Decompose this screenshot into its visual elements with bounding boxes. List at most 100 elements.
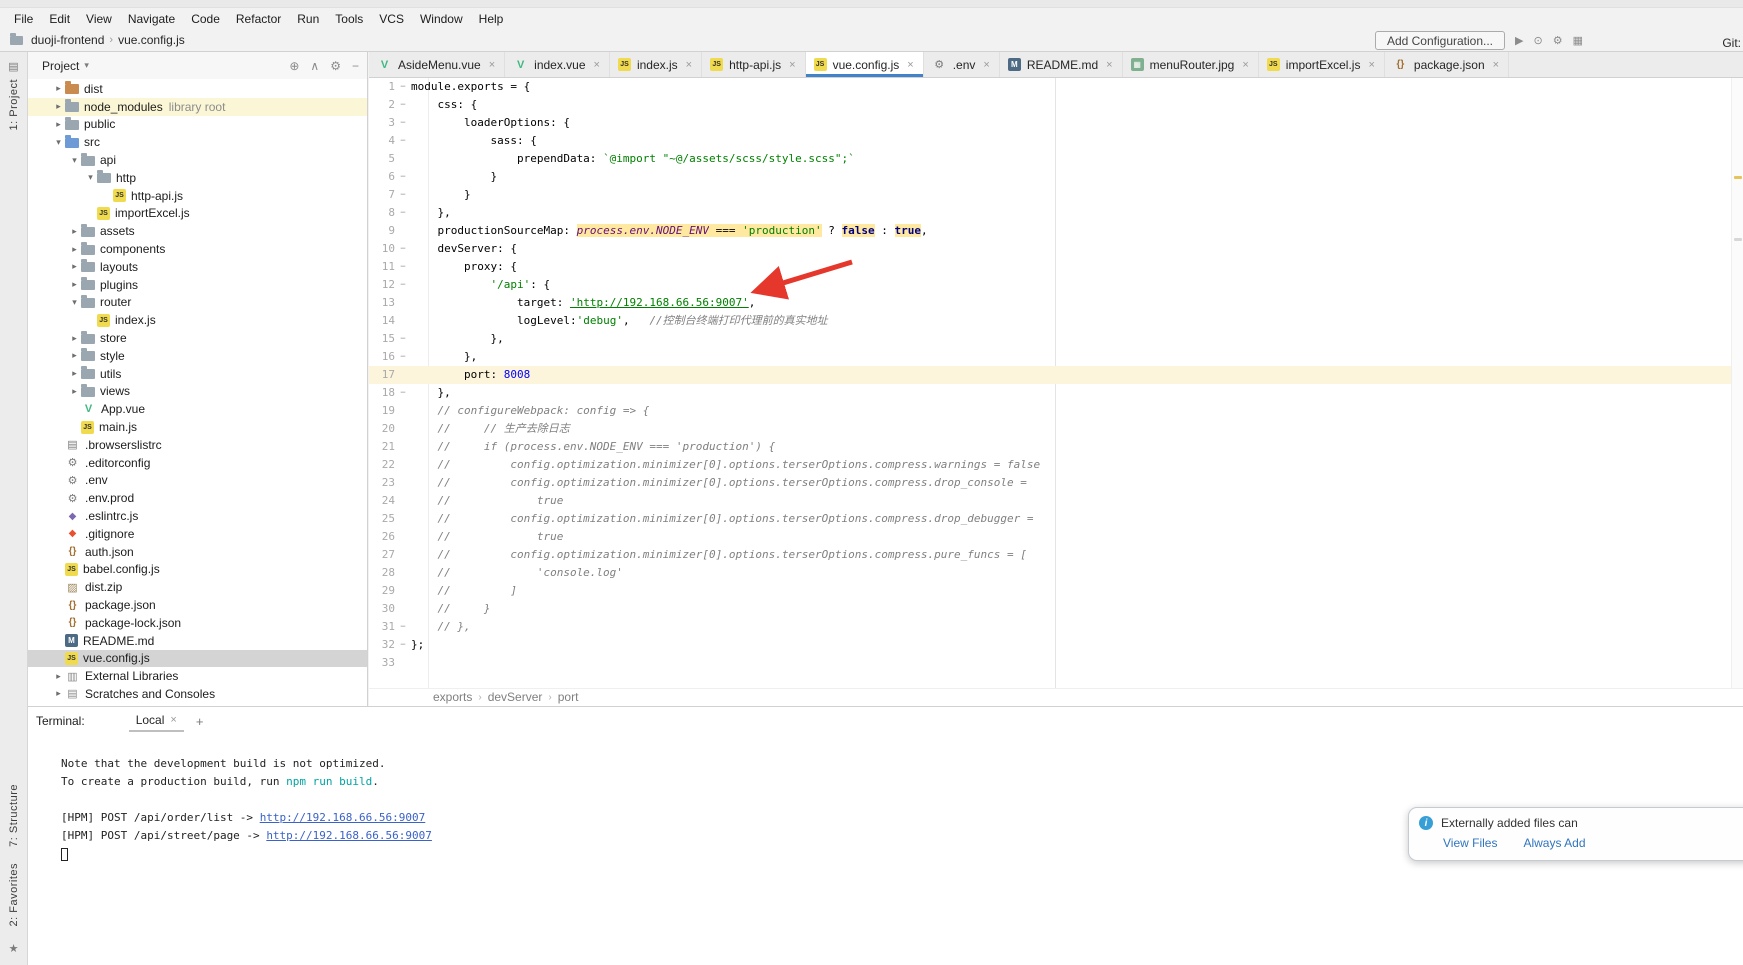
- menu-item-view[interactable]: View: [78, 10, 120, 28]
- fold-marker[interactable]: −: [395, 330, 411, 348]
- fold-marker[interactable]: −: [395, 96, 411, 114]
- terminal-cursor[interactable]: [61, 848, 68, 861]
- tab-close-icon[interactable]: ×: [594, 59, 600, 71]
- fold-marker[interactable]: −: [395, 168, 411, 186]
- tree-item-assets[interactable]: ▸assets: [28, 222, 367, 240]
- menu-item-run[interactable]: Run: [289, 10, 327, 28]
- chevron-right-icon[interactable]: ▸: [52, 671, 65, 682]
- new-terminal-icon[interactable]: +: [196, 714, 204, 729]
- fold-marker[interactable]: −: [395, 186, 411, 204]
- chevron-right-icon[interactable]: ▸: [68, 261, 81, 272]
- menu-item-refactor[interactable]: Refactor: [228, 10, 289, 28]
- chevron-right-icon[interactable]: ▸: [52, 119, 65, 130]
- terminal-tab-local[interactable]: Local ×: [129, 710, 184, 732]
- tree-item-env-prod[interactable]: ⚙.env.prod: [28, 489, 367, 507]
- chevron-right-icon[interactable]: ▸: [68, 244, 81, 255]
- tree-item-http[interactable]: ▾http: [28, 169, 367, 187]
- tab-vue-config-js[interactable]: JSvue.config.js×: [806, 52, 924, 77]
- tool-windows-icon[interactable]: ▦: [1573, 34, 1583, 47]
- chevron-down-icon[interactable]: ▾: [68, 297, 81, 308]
- breadcrumb-project[interactable]: duoji-frontend: [29, 33, 106, 47]
- fold-marker[interactable]: −: [395, 384, 411, 402]
- tree-item-auth-json[interactable]: {}auth.json: [28, 543, 367, 561]
- terminal-link[interactable]: http://192.168.66.56:9007: [260, 811, 426, 824]
- tab-http-api-js[interactable]: JShttp-api.js×: [702, 52, 805, 77]
- tree-item-src[interactable]: ▾src: [28, 133, 367, 151]
- chevron-right-icon[interactable]: ▸: [52, 101, 65, 112]
- tab-close-icon[interactable]: ×: [686, 59, 692, 71]
- breadcrumb-devserver[interactable]: devServer: [488, 690, 543, 704]
- menu-item-navigate[interactable]: Navigate: [120, 10, 183, 28]
- tab-close-icon[interactable]: ×: [983, 59, 989, 71]
- terminal-link[interactable]: http://192.168.66.56:9007: [266, 829, 432, 842]
- breadcrumb-port[interactable]: port: [558, 690, 579, 704]
- tree-item-dist-zip[interactable]: ▨dist.zip: [28, 578, 367, 596]
- project-toolwindow-icon[interactable]: ▤: [8, 60, 18, 73]
- tree-item-scratches-and-consoles[interactable]: ▸▤Scratches and Consoles: [28, 685, 367, 703]
- tab-close-icon[interactable]: ×: [1242, 59, 1248, 71]
- editor-scrollbar[interactable]: [1731, 78, 1743, 688]
- menu-item-vcs[interactable]: VCS: [371, 10, 412, 28]
- tab-close-icon[interactable]: ×: [789, 59, 795, 71]
- tab-index-js[interactable]: JSindex.js×: [610, 52, 702, 77]
- fold-marker[interactable]: −: [395, 132, 411, 150]
- chevron-down-icon[interactable]: ▾: [68, 155, 81, 166]
- chevron-right-icon[interactable]: ▸: [68, 386, 81, 397]
- code-editor[interactable]: 1−module.exports = {2− css: {3− loaderOp…: [369, 78, 1743, 688]
- tab-menurouter-jpg[interactable]: ▦menuRouter.jpg×: [1123, 52, 1259, 77]
- fold-marker[interactable]: −: [395, 618, 411, 636]
- fold-marker[interactable]: −: [395, 636, 411, 654]
- chevron-right-icon[interactable]: ▸: [52, 688, 65, 699]
- tree-item-readme-md[interactable]: MREADME.md: [28, 632, 367, 650]
- tree-item-dist[interactable]: ▸dist: [28, 80, 367, 98]
- favorites-star-icon[interactable]: ★: [9, 942, 19, 955]
- view-files-link[interactable]: View Files: [1443, 836, 1497, 850]
- tab-close-icon[interactable]: ×: [1106, 59, 1112, 71]
- tab-index-vue[interactable]: Vindex.vue×: [505, 52, 610, 77]
- search-everywhere-icon[interactable]: ⚙: [1553, 34, 1563, 47]
- fold-marker[interactable]: −: [395, 78, 411, 96]
- menu-item-help[interactable]: Help: [471, 10, 512, 28]
- tree-item-vue-config-js[interactable]: JSvue.config.js: [28, 650, 367, 668]
- toolwindow-button-structure[interactable]: 7: Structure: [8, 784, 20, 847]
- menu-item-tools[interactable]: Tools: [327, 10, 371, 28]
- tree-item-node-modules[interactable]: ▸node_moduleslibrary root: [28, 98, 367, 116]
- toolwindow-button-favorites[interactable]: 2: Favorites: [8, 863, 20, 926]
- collapse-all-icon[interactable]: ∧: [310, 59, 319, 73]
- menu-item-file[interactable]: File: [6, 10, 41, 28]
- chevron-right-icon[interactable]: ▸: [68, 226, 81, 237]
- fold-marker[interactable]: −: [395, 204, 411, 222]
- chevron-right-icon[interactable]: ▸: [68, 350, 81, 361]
- fold-marker[interactable]: −: [395, 258, 411, 276]
- tree-item-style[interactable]: ▸style: [28, 347, 367, 365]
- tab-asidemenu-vue[interactable]: VAsideMenu.vue×: [369, 52, 505, 77]
- breadcrumb-file[interactable]: vue.config.js: [116, 33, 187, 47]
- tree-item-store[interactable]: ▸store: [28, 329, 367, 347]
- tab-close-icon[interactable]: ×: [170, 714, 176, 726]
- menu-item-edit[interactable]: Edit: [41, 10, 78, 28]
- settings-gear-icon[interactable]: ⚙: [330, 59, 341, 73]
- tree-item-package-lock-json[interactable]: {}package-lock.json: [28, 614, 367, 632]
- tree-item-external-libraries[interactable]: ▸▥External Libraries: [28, 667, 367, 685]
- tab-env[interactable]: ⚙.env×: [924, 52, 1000, 77]
- project-panel-title[interactable]: Project: [42, 59, 79, 73]
- tree-item-env[interactable]: ⚙.env: [28, 472, 367, 490]
- tree-item-layouts[interactable]: ▸layouts: [28, 258, 367, 276]
- tree-item-views[interactable]: ▸views: [28, 383, 367, 401]
- tab-package-json[interactable]: {}package.json×: [1385, 52, 1509, 77]
- chevron-right-icon[interactable]: ▸: [52, 83, 65, 94]
- tree-item-index-js[interactable]: JSindex.js: [28, 311, 367, 329]
- git-label[interactable]: Git:: [1722, 36, 1741, 50]
- fold-marker[interactable]: −: [395, 276, 411, 294]
- tree-item-importexcel-js[interactable]: JSimportExcel.js: [28, 205, 367, 223]
- chevron-down-icon[interactable]: ▾: [84, 172, 97, 183]
- debug-icon[interactable]: ⊙: [1534, 34, 1543, 47]
- tree-item-babel-config-js[interactable]: JSbabel.config.js: [28, 561, 367, 579]
- tree-item-components[interactable]: ▸components: [28, 240, 367, 258]
- tree-item-package-json[interactable]: {}package.json: [28, 596, 367, 614]
- tree-item-editorconfig[interactable]: ⚙.editorconfig: [28, 454, 367, 472]
- target-url-link[interactable]: 'http://192.168.66.56:9007': [570, 296, 749, 309]
- menu-item-code[interactable]: Code: [183, 10, 228, 28]
- always-add-link[interactable]: Always Add: [1523, 836, 1585, 850]
- tree-item-public[interactable]: ▸public: [28, 116, 367, 134]
